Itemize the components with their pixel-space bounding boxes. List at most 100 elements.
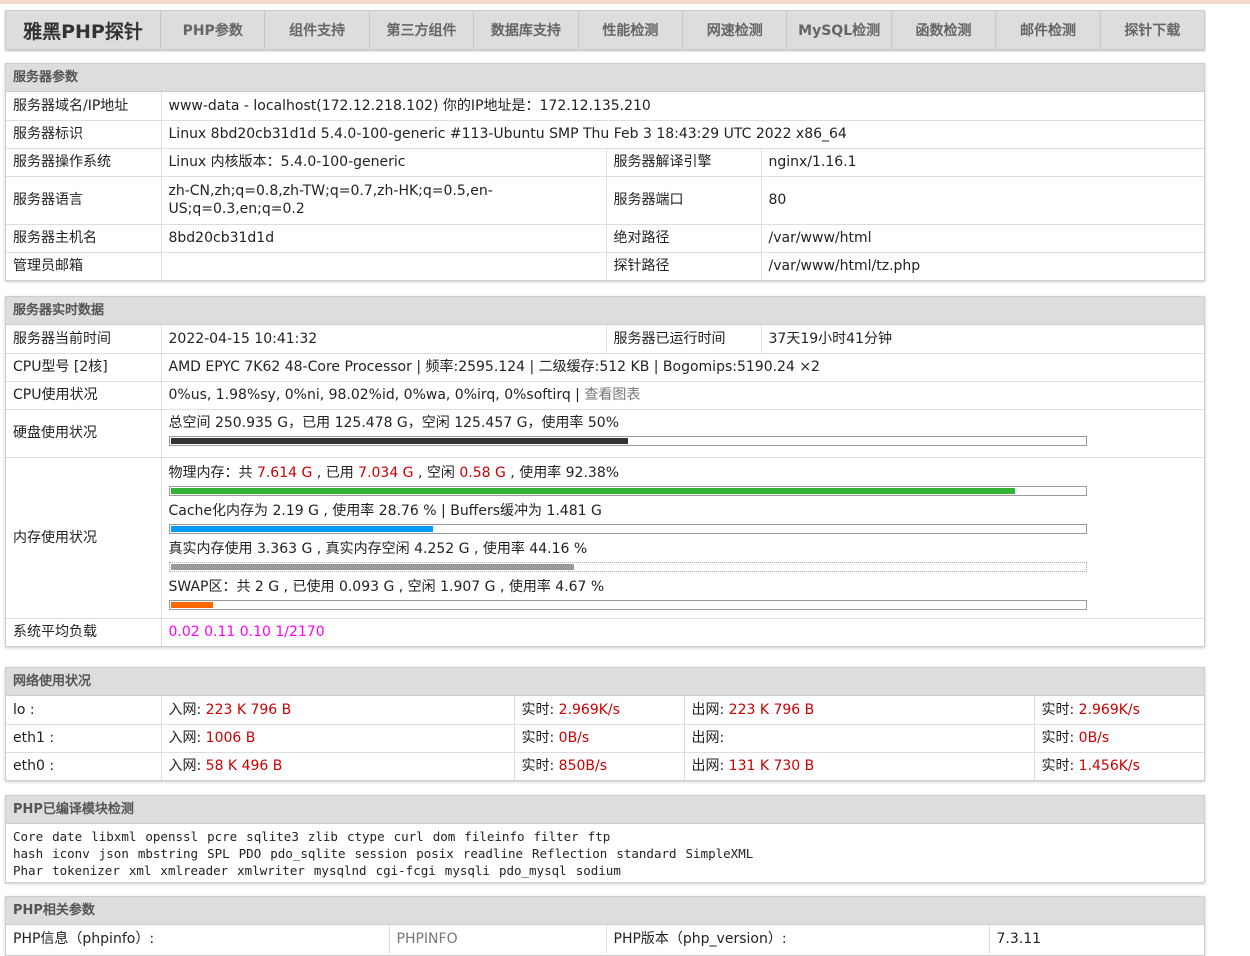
module-name: SPL [207,846,230,861]
cell-label: 出网: [691,758,729,775]
value-cell [161,252,607,280]
label-cell: 绝对路径 [606,224,762,253]
module-name: standard [616,846,677,861]
cell-value: 1.456K/s [1078,758,1140,775]
module-name: xml [128,863,152,878]
label-cell: 服务器解译引擎 [606,148,762,177]
module-name: tokenizer [52,863,120,878]
disk-text: 总空间 250.935 G，已用 125.478 G，空闲 125.457 G，… [168,415,620,431]
module-name: pcre [207,829,238,844]
cell-label: 实时: [1041,701,1079,718]
label-cell: 服务器操作系统 [6,148,162,177]
nav-item[interactable]: 探针下载 [1101,11,1204,49]
memory-progress-fill [170,525,434,532]
module-name: Core [13,829,44,844]
cell-value: 131 K 730 B [728,758,815,775]
module-name: json [98,846,129,861]
table-row: 服务器域名/IP地址 www-data - localhost(172.12.21… [6,92,1204,121]
value-cell: zh-CN,zh;q=0.8,zh-TW;q=0.7,zh-HK;q=0.5,e… [161,176,607,225]
value-cell: www-data - localhost(172.12.218.102) 你的I… [161,92,1204,121]
cell-value: 2.969K/s [558,701,620,718]
value-cell: nginx/1.16.1 [761,148,1204,177]
interface-name: eth1 : [6,724,162,753]
module-name: sqlite3 [246,829,299,844]
cell-value: 0B/s [558,730,590,746]
label-cell: 服务器语言 [6,176,162,225]
network-cell: 出网: 131 K 730 B [684,752,1035,780]
module-name: PDO [238,846,262,861]
section-title: PHP已编译模块检测 [6,796,1204,824]
memory-text: , 空闲 [413,464,460,481]
memory-usage: 物理内存：共 7.614 G , 已用 7.034 G , 空闲 0.58 G … [161,457,1204,619]
nav-item[interactable]: 第三方组件 [370,11,475,49]
cell-value: 223 K 796 B [205,701,292,718]
network-cell: 入网: 58 K 496 B [161,752,515,780]
memory-progress-fill [170,601,214,608]
label: 内存使用状况 [6,457,162,619]
phpinfo-link[interactable]: PHPINFO [389,925,607,953]
php-params-section: PHP相关参数 PHP信息（phpinfo）: PHPINFO PHP版本（php_… [5,896,1205,956]
nav-item[interactable]: 邮件检测 [996,11,1101,49]
realtime-section: 服务器实时数据 服务器当前时间 2022-04-15 10:41:32 服务器已运行… [5,296,1205,647]
network-cell: 实时: 0B/s [514,724,685,753]
network-cell: 实时: 2.969K/s [514,696,685,725]
cell-label: 入网: [168,758,206,775]
nav-item[interactable]: 性能检测 [579,11,684,49]
interface-name: lo : [6,696,162,725]
module-name: fileinfo [464,829,525,844]
table-row: 服务器主机名 8bd20cb31d1d 绝对路径/var/www/html [6,224,1204,253]
label: 服务器当前时间 [6,325,162,354]
module-name: readline [462,846,524,861]
cpu-usage-text: 0%us, 1.98%sy, 0%ni, 98.02%id, 0%wa, 0%i… [168,387,585,403]
cell-value: 1006 B [205,730,256,746]
label-cell: 管理员邮箱 [6,252,162,280]
network-cell: 实时: 1.456K/s [1034,752,1204,780]
server-params-section: 服务器参数 服务器域名/IP地址 www-data - localhost(172… [5,63,1205,281]
network-row: lo : 入网: 223 K 796 B 实时: 2.969K/s 出网: 223 K… [6,696,1204,725]
network-cell: 实时: 0B/s [1034,724,1204,753]
cell-label: 入网: [168,701,206,718]
network-cell: 入网: 1006 B [161,724,515,753]
value-cell: Linux 内核版本：5.4.0-100-generic [161,148,607,177]
module-name: xmlwriter [237,863,305,878]
disk-progress-fill [170,438,628,444]
label-cell: 服务器域名/IP地址 [6,92,162,121]
section-title: PHP相关参数 [6,897,1204,925]
module-name: ftp [587,829,611,844]
table-row: 服务器操作系统 Linux 内核版本：5.4.0-100-generic 服务器解译… [6,148,1204,177]
value-cell: 8bd20cb31d1d [161,224,607,253]
cell-value: 58 K 496 B [205,758,283,775]
module-line: hash iconv json mbstring SPL PDO pdo_sqlite ses… [13,845,1197,862]
nav-item[interactable]: 组件支持 [265,11,370,49]
memory-line: SWAP区：共 2 G , 已使用 0.093 G , 空闲 1.907 G ,… [169,578,1198,596]
disk-usage: 总空间 250.935 G，已用 125.478 G，空闲 125.457 G，… [161,409,1204,458]
cell-value: 223 K 796 B [728,701,815,718]
module-name: mbstring [137,846,199,861]
module-name: iconv [52,846,90,861]
view-chart-link[interactable]: 查看图表 [584,387,640,403]
table-row: 服务器语言 zh-CN,zh;q=0.8,zh-TW;q=0.7,zh-HK;q=… [6,176,1204,225]
label: 服务器已运行时间 [606,325,762,354]
memory-text: 物理内存：共 [168,464,257,481]
module-name: pdo_sqlite [270,846,346,861]
value-cell: Linux 8bd20cb31d1d 5.4.0-100-generic #11… [161,120,1204,149]
cell-label: 实时: [521,758,559,775]
label: PHP信息（phpinfo）: [6,925,390,953]
nav-item[interactable]: MySQL检测 [787,11,892,49]
current-time: 2022-04-15 10:41:32 [161,325,607,354]
network-cell: 实时: 850B/s [514,752,685,780]
memory-line: Cache化内存为 2.19 G , 使用率 28.76 % | Buffers… [169,502,1198,520]
modules-section: PHP已编译模块检测 Core date libxml openssl pcre sqli… [5,795,1205,883]
cell-label: 出网: [691,730,725,746]
network-section: 网络使用状况 lo : 入网: 223 K 796 B 实时: 2.969K/s 出网… [5,667,1205,781]
nav-item[interactable]: 函数检测 [892,11,997,49]
nav-item[interactable]: PHP参数 [161,11,266,49]
nav-item[interactable]: 数据库支持 [474,11,579,49]
module-name: dom [432,829,456,844]
module-name: openssl [145,829,199,844]
label-cell: 服务器标识 [6,120,162,149]
memory-text: , 已用 [312,464,359,481]
memory-line: 真实内存使用 3.363 G , 真实内存空闲 4.252 G , 使用率 44… [169,540,1198,558]
logo[interactable]: 雅黑PHP探针 [6,11,161,49]
nav-item[interactable]: 网速检测 [683,11,788,49]
